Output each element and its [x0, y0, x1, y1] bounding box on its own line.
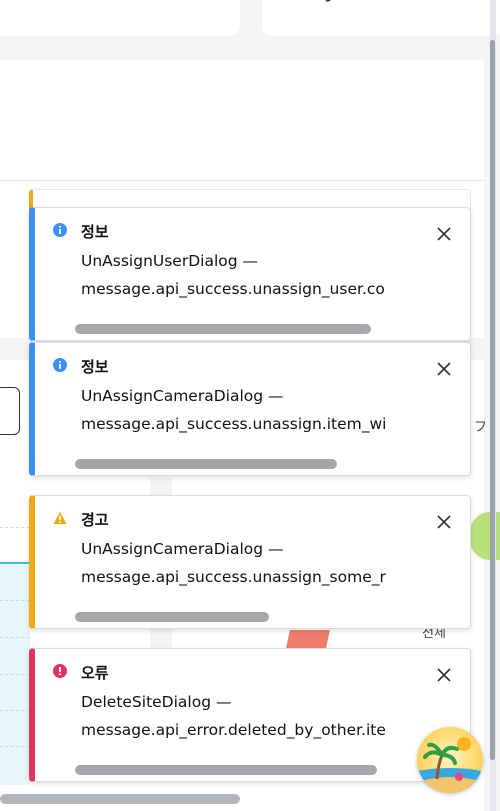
- warning-triangle-icon: [53, 511, 67, 524]
- side-label: フ: [474, 420, 488, 435]
- toast-title: 정보: [81, 223, 109, 241]
- toast-message: message.api_success.unassign_some_r: [81, 568, 386, 586]
- avatar[interactable]: [417, 727, 483, 793]
- horizontal-scrollbar-thumb[interactable]: [0, 794, 240, 804]
- chart-area-fill: [0, 565, 30, 785]
- toast-title: 정보: [81, 358, 109, 376]
- toast-info: 정보 UnAssignCameraDialog — message.api_su…: [29, 342, 471, 476]
- toast-error: 오류 DeleteSiteDialog — message.api_error.…: [29, 648, 471, 782]
- toast-progress-bar: [75, 612, 269, 622]
- chart-segment: [286, 630, 330, 648]
- gridline: [0, 746, 30, 747]
- toast-message: message.api_error.deleted_by_other.ite: [81, 721, 386, 739]
- close-icon[interactable]: [436, 667, 452, 683]
- gridline: [0, 637, 30, 638]
- error-circle-icon: [53, 664, 67, 678]
- toast-title: 오류: [81, 664, 109, 682]
- chart-line: [0, 562, 30, 564]
- beach-avatar-icon: [417, 737, 483, 793]
- card-text: y: [324, 0, 336, 3]
- toast-message: message.api_success.unassign_user.co: [81, 280, 385, 298]
- toast-source: UnAssignCameraDialog —: [81, 387, 284, 405]
- toast-title: 경고: [81, 511, 109, 529]
- gridline: [0, 710, 30, 711]
- close-icon[interactable]: [436, 514, 452, 530]
- summary-card: [0, 0, 240, 36]
- vertical-scrollbar-thumb[interactable]: [490, 40, 495, 760]
- summary-card: y: [262, 0, 500, 36]
- toast-progress-bar: [75, 459, 337, 469]
- toast-source: UnAssignCameraDialog —: [81, 540, 284, 558]
- content-area: [0, 60, 484, 180]
- info-circle-icon: [53, 223, 67, 237]
- toast-message: message.api_success.unassign.item_wi: [81, 415, 387, 433]
- panel-button[interactable]: [0, 387, 20, 435]
- close-icon[interactable]: [436, 226, 452, 242]
- toast-source: UnAssignUserDialog —: [81, 252, 259, 270]
- toast-source: DeleteSiteDialog —: [81, 693, 232, 711]
- toast-warning: 경고 UnAssignCameraDialog — message.api_su…: [29, 495, 471, 629]
- info-circle-icon: [53, 358, 67, 372]
- toast-progress-bar: [75, 765, 377, 775]
- gridline: [0, 600, 30, 601]
- gridline: [0, 674, 30, 675]
- gridline: [0, 527, 30, 528]
- toast-progress-bar: [75, 324, 371, 334]
- close-icon[interactable]: [436, 361, 452, 377]
- toast-info: 정보 UnAssignUserDialog — message.api_succ…: [29, 207, 471, 341]
